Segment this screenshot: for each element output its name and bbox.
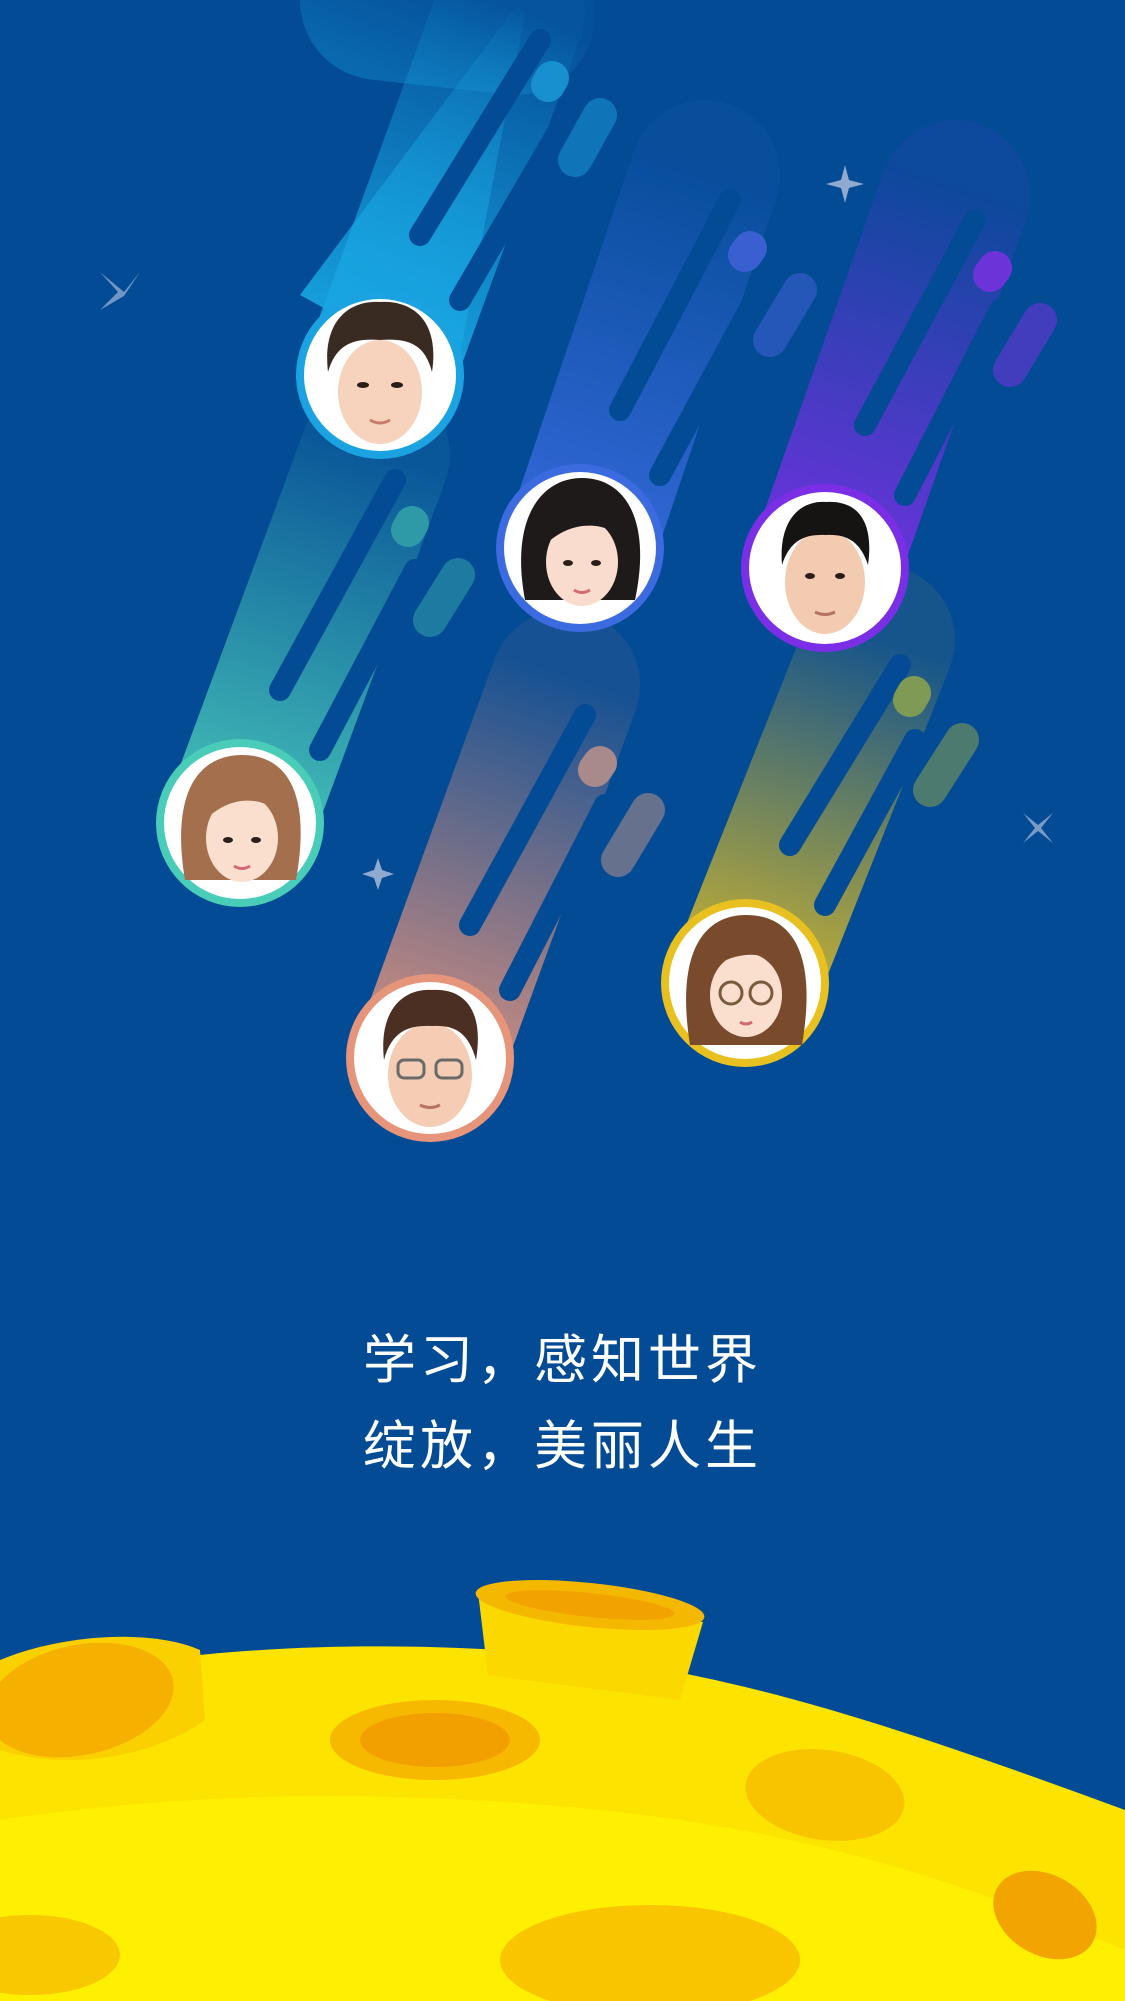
yellow-moon — [0, 1580, 1125, 2001]
avatar-boy-glasses[interactable] — [346, 974, 514, 1142]
star-icon — [100, 272, 140, 310]
avatar-boy-spiky-hair[interactable] — [296, 291, 464, 459]
star-icon — [1023, 813, 1053, 843]
tagline-line-1: 学习，感知世界 — [363, 1330, 762, 1391]
sparkle-icon — [826, 165, 864, 203]
tagline: 学习，感知世界 绽放，美丽人生 — [0, 1318, 1125, 1490]
splash-illustration — [0, 0, 1125, 2001]
sparkle-icon — [362, 858, 394, 890]
avatar-girl-glasses[interactable] — [661, 899, 829, 1067]
tagline-line-2: 绽放，美丽人生 — [363, 1416, 762, 1477]
avatar-boy-short-black-hair[interactable] — [741, 484, 909, 652]
avatar-girl-light-brown-hair[interactable] — [156, 739, 324, 907]
avatar-girl-black-bob[interactable] — [496, 464, 664, 632]
